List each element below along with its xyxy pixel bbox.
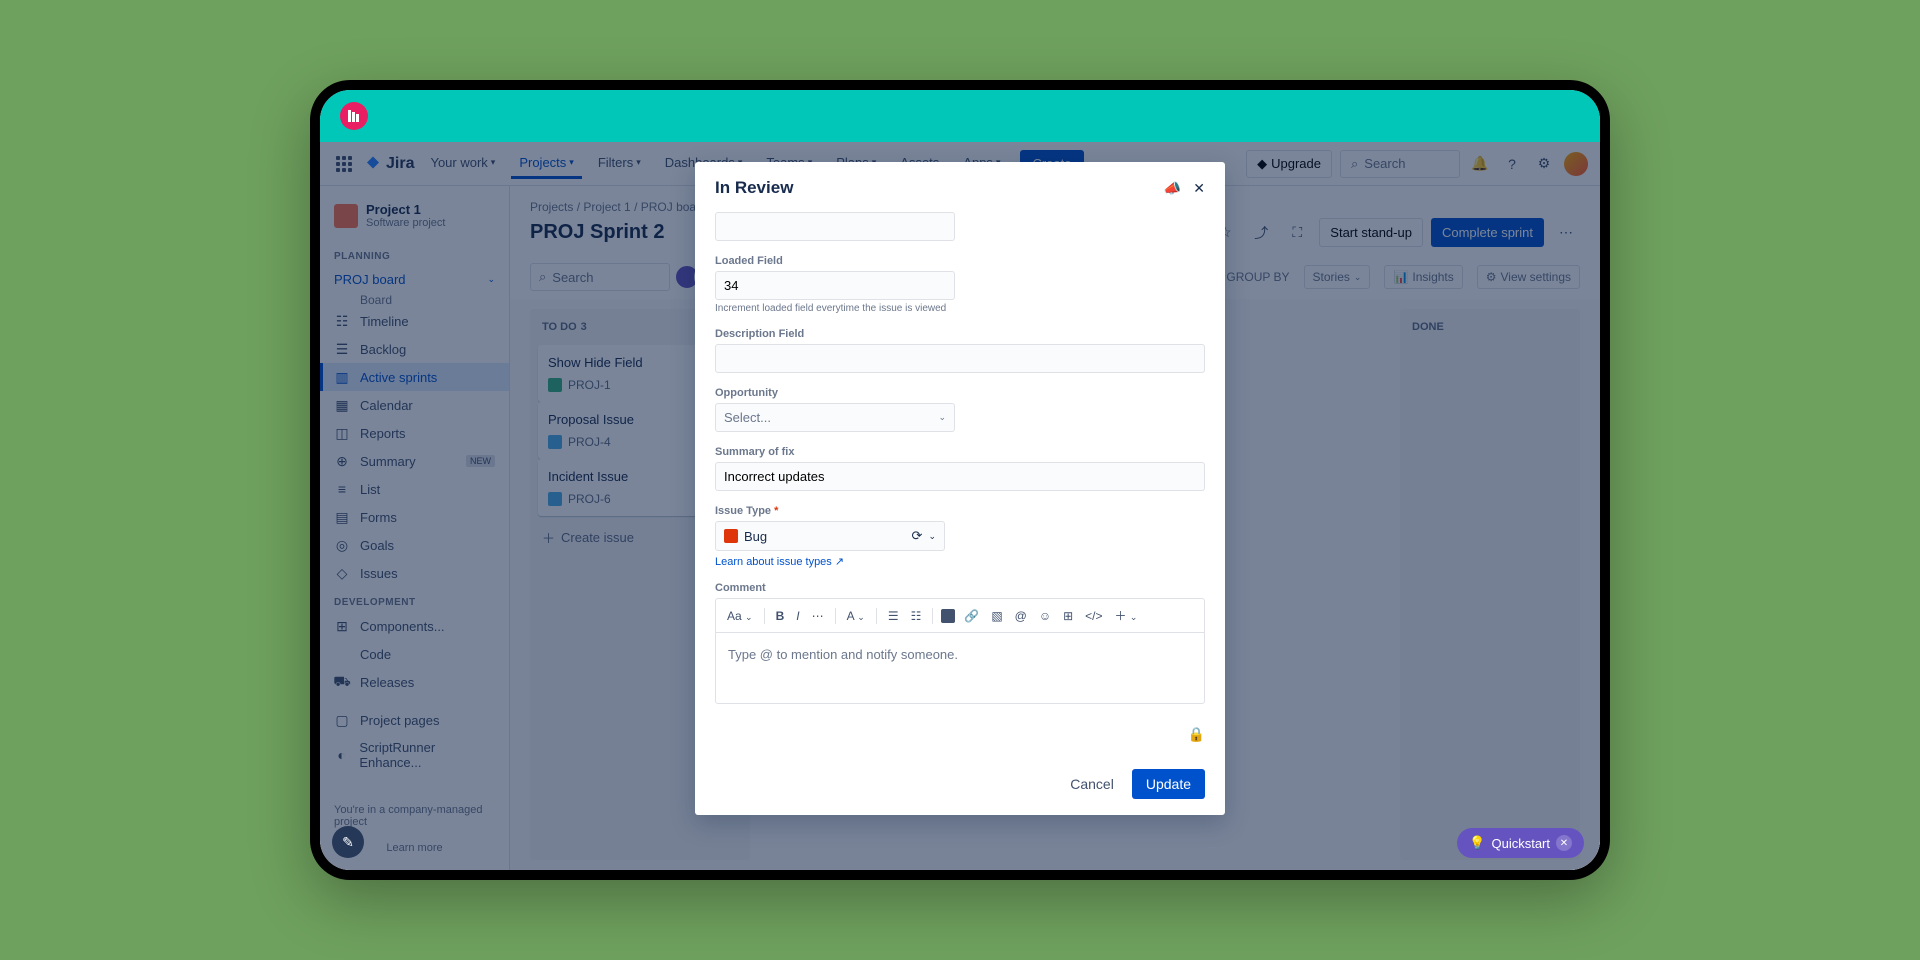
bug-icon: [724, 529, 738, 543]
issue-type-label: Issue Type *: [715, 505, 1205, 517]
comment-editor: Aa ⌄ B I ⋯ A ⌄ ☰ ☷: [715, 598, 1205, 704]
image-icon[interactable]: ▧: [988, 607, 1005, 625]
quickstart-close-icon[interactable]: ✕: [1556, 835, 1572, 851]
loaded-field-input[interactable]: [715, 271, 955, 300]
plus-icon[interactable]: ＋ ⌄: [1112, 605, 1141, 626]
more-format-icon[interactable]: ⋯: [809, 607, 827, 625]
modal-overlay: In Review 📣 ✕ Loaded Field: [320, 142, 1600, 870]
description-field-label: Description Field: [715, 328, 1205, 340]
app-logo: [340, 102, 368, 130]
comment-textarea[interactable]: Type @ to mention and notify someone.: [716, 633, 1204, 703]
quickstart-button[interactable]: 💡 Quickstart ✕: [1457, 828, 1584, 858]
loaded-field-label: Loaded Field: [715, 255, 1205, 267]
prev-field-input[interactable]: [715, 212, 955, 241]
summary-label: Summary of fix: [715, 446, 1205, 458]
heading-dropdown[interactable]: Aa ⌄: [724, 607, 756, 625]
summary-input[interactable]: [715, 462, 1205, 491]
link-icon[interactable]: 🔗: [961, 607, 982, 625]
issue-type-select[interactable]: Bug ⟳ ⌄: [715, 521, 945, 551]
close-icon[interactable]: ✕: [1193, 180, 1205, 197]
lock-icon[interactable]: 🔒: [1188, 726, 1205, 743]
cancel-button[interactable]: Cancel: [1060, 769, 1124, 799]
description-field-input[interactable]: [715, 344, 1205, 373]
number-list-icon[interactable]: ☷: [908, 607, 925, 625]
text-color-icon[interactable]: A ⌄: [844, 607, 868, 625]
mention-icon[interactable]: @: [1012, 607, 1030, 625]
opportunity-label: Opportunity: [715, 387, 1205, 399]
table-icon[interactable]: ⊞: [1060, 607, 1076, 625]
emoji-icon[interactable]: ☺: [1036, 607, 1054, 625]
bullet-list-icon[interactable]: ☰: [885, 607, 902, 625]
window-title-bar: [320, 90, 1600, 142]
edit-fab[interactable]: ✎: [332, 826, 364, 858]
checkbox-icon[interactable]: [941, 609, 955, 623]
comment-label: Comment: [715, 582, 1205, 594]
pencil-icon: ✎: [342, 834, 354, 851]
feedback-icon[interactable]: 📣: [1164, 180, 1181, 197]
lightbulb-icon: 💡: [1469, 835, 1485, 851]
external-link-icon: ↗: [835, 555, 844, 568]
code-icon[interactable]: </>: [1082, 607, 1105, 625]
editor-toolbar: Aa ⌄ B I ⋯ A ⌄ ☰ ☷: [716, 599, 1204, 633]
update-button[interactable]: Update: [1132, 769, 1205, 799]
italic-icon[interactable]: I: [793, 607, 802, 625]
learn-issue-types-link[interactable]: Learn about issue types ↗: [715, 555, 844, 568]
dialog-title: In Review: [715, 178, 793, 198]
opportunity-select[interactable]: Select...⌄: [715, 403, 955, 432]
transition-dialog: In Review 📣 ✕ Loaded Field: [695, 162, 1225, 815]
loading-icon: ⟳: [912, 528, 923, 544]
bold-icon[interactable]: B: [773, 607, 788, 625]
loaded-field-help: Increment loaded field everytime the iss…: [715, 303, 1205, 314]
